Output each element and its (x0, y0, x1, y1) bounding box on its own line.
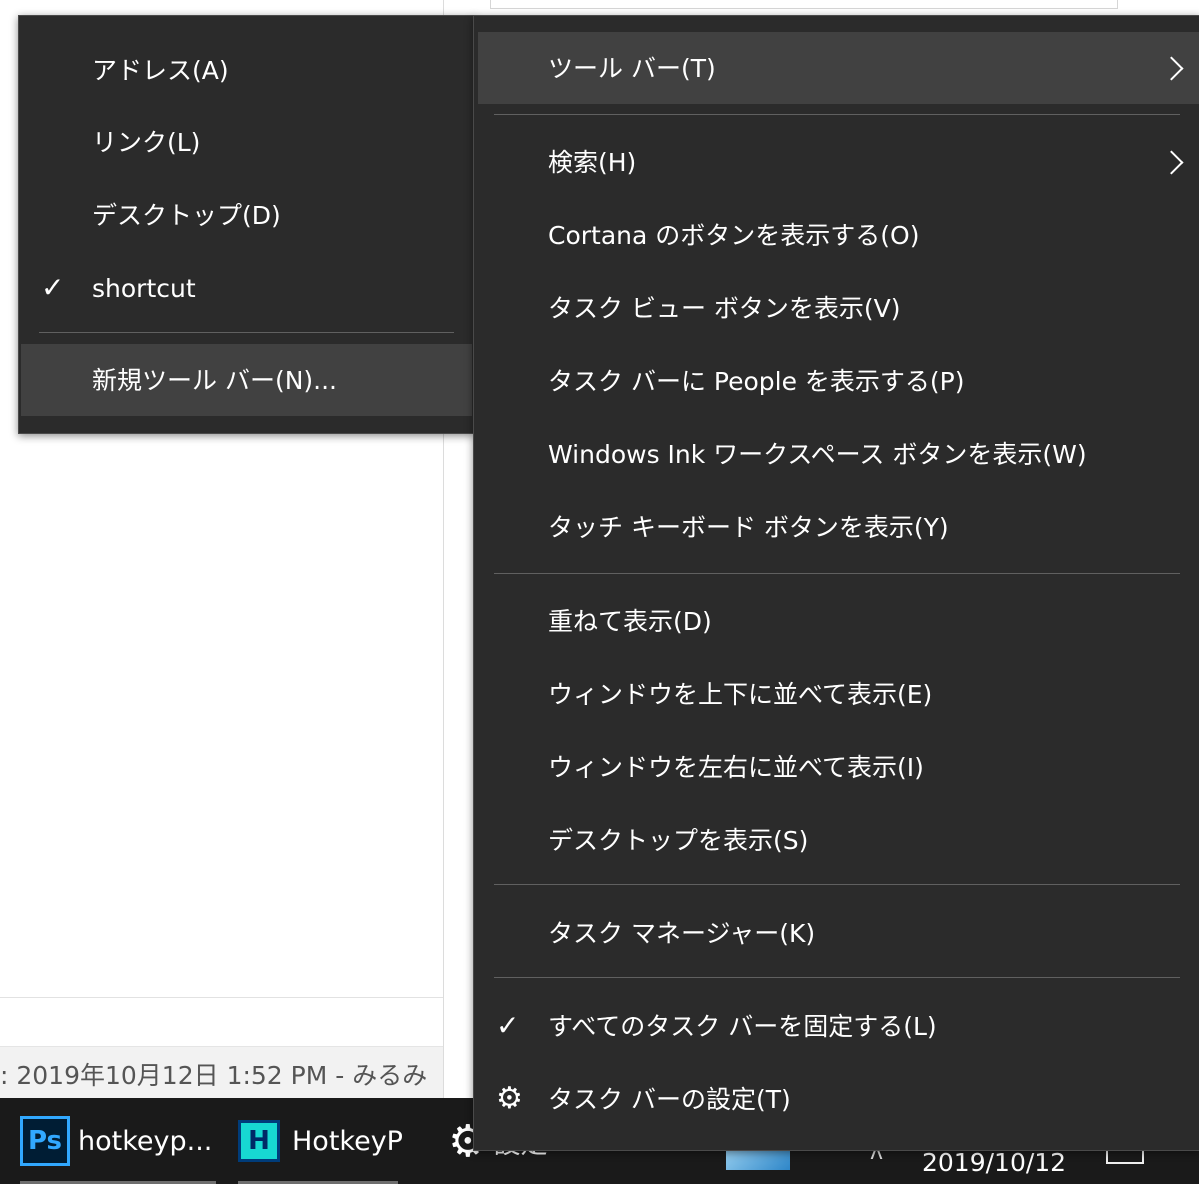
taskbar-app-label: hotkeyp... (78, 1125, 213, 1157)
menu-item-task-manager[interactable]: タスク マネージャー(K) (474, 897, 1199, 969)
menu-item-toolbars[interactable]: ツール バー(T) (478, 32, 1199, 104)
menu-item-label: アドレス(A) (92, 55, 229, 85)
menu-separator (494, 884, 1180, 885)
menu-item-label: 検索(H) (548, 147, 637, 177)
chevron-right-icon (1159, 55, 1184, 81)
menu-item-label: すべてのタスク バーを固定する(L) (548, 1011, 937, 1041)
menu-item-label: リンク(L) (92, 127, 201, 157)
menu-item-task-view[interactable]: タスク ビュー ボタンを表示(V) (474, 272, 1199, 344)
chevron-right-icon (1159, 149, 1184, 175)
menu-item-address[interactable]: アドレス(A) (19, 34, 474, 106)
menu-separator (494, 114, 1180, 115)
checkmark-icon: ✓ (41, 271, 65, 304)
menu-item-search[interactable]: 検索(H) (474, 126, 1199, 198)
menu-item-label: shortcut (92, 273, 196, 303)
menu-item-label: タスク バーの設定(T) (548, 1084, 791, 1114)
photoshop-icon: Ps (20, 1116, 70, 1166)
menu-item-label: 新規ツール バー(N)... (92, 365, 337, 395)
taskbar-clock[interactable]: 2019/10/12 (922, 1148, 1066, 1177)
menu-item-label: ウィンドウを上下に並べて表示(E) (548, 679, 933, 709)
menu-item-label: Cortana のボタンを表示する(O) (548, 220, 920, 250)
background-status-bar: : 2019年10月12日 1:52 PM - みるみ (0, 1046, 443, 1101)
menu-item-taskbar-settings[interactable]: ⚙ タスク バーの設定(T) (474, 1063, 1199, 1135)
menu-item-lock-taskbars[interactable]: ✓ すべてのタスク バーを固定する(L) (474, 990, 1199, 1062)
menu-item-stack-windows[interactable]: ウィンドウを上下に並べて表示(E) (474, 658, 1199, 730)
menu-item-cascade[interactable]: 重ねて表示(D) (474, 585, 1199, 657)
menu-item-label: ウィンドウを左右に並べて表示(I) (548, 752, 924, 782)
menu-item-windows-ink[interactable]: Windows Ink ワークスペース ボタンを表示(W) (474, 418, 1199, 490)
toolbar-submenu: アドレス(A) リンク(L) デスクトップ(D) ✓ shortcut 新規ツー… (18, 15, 475, 434)
taskbar-context-menu: ツール バー(T) 検索(H) Cortana のボタンを表示する(O) タスク… (473, 15, 1199, 1151)
taskbar-app-label: HotkeyP (292, 1125, 403, 1157)
hotkeyp-icon: H (238, 1120, 280, 1162)
menu-item-label: デスクトップ(D) (92, 200, 281, 230)
menu-item-label: タスク ビュー ボタンを表示(V) (548, 293, 901, 323)
menu-item-show-desktop[interactable]: デスクトップを表示(S) (474, 804, 1199, 876)
menu-item-label: タスク マネージャー(K) (548, 918, 816, 948)
menu-item-cortana[interactable]: Cortana のボタンを表示する(O) (474, 199, 1199, 271)
menu-item-desktop[interactable]: デスクトップ(D) (19, 179, 474, 251)
menu-separator (494, 573, 1180, 574)
menu-item-shortcut[interactable]: ✓ shortcut (19, 252, 474, 324)
checkmark-icon: ✓ (496, 1009, 520, 1042)
menu-item-label: 重ねて表示(D) (548, 606, 712, 636)
taskbar-app-photoshop[interactable]: Ps hotkeyp... (20, 1098, 216, 1184)
menu-item-label: タッチ キーボード ボタンを表示(Y) (548, 512, 949, 542)
menu-item-label: タスク バーに People を表示する(P) (548, 366, 965, 396)
taskbar-app-hotkeyp[interactable]: H HotkeyP (238, 1098, 403, 1184)
menu-item-label: デスクトップを表示(S) (548, 825, 809, 855)
menu-item-links[interactable]: リンク(L) (19, 106, 474, 178)
menu-separator (494, 977, 1180, 978)
gear-icon: ⚙ (496, 1081, 523, 1116)
menu-item-touch-keyboard[interactable]: タッチ キーボード ボタンを表示(Y) (474, 491, 1199, 563)
menu-item-new-toolbar[interactable]: 新規ツール バー(N)... (21, 344, 472, 416)
menu-item-side-by-side[interactable]: ウィンドウを左右に並べて表示(I) (474, 731, 1199, 803)
status-text: : 2019年10月12日 1:52 PM - みるみ (0, 1061, 428, 1090)
background-window-edge (490, 0, 1118, 9)
menu-item-people[interactable]: タスク バーに People を表示する(P) (474, 345, 1199, 417)
background-divider (0, 997, 443, 998)
menu-item-label: Windows Ink ワークスペース ボタンを表示(W) (548, 439, 1087, 469)
menu-item-label: ツール バー(T) (548, 53, 716, 83)
menu-separator (39, 332, 454, 333)
